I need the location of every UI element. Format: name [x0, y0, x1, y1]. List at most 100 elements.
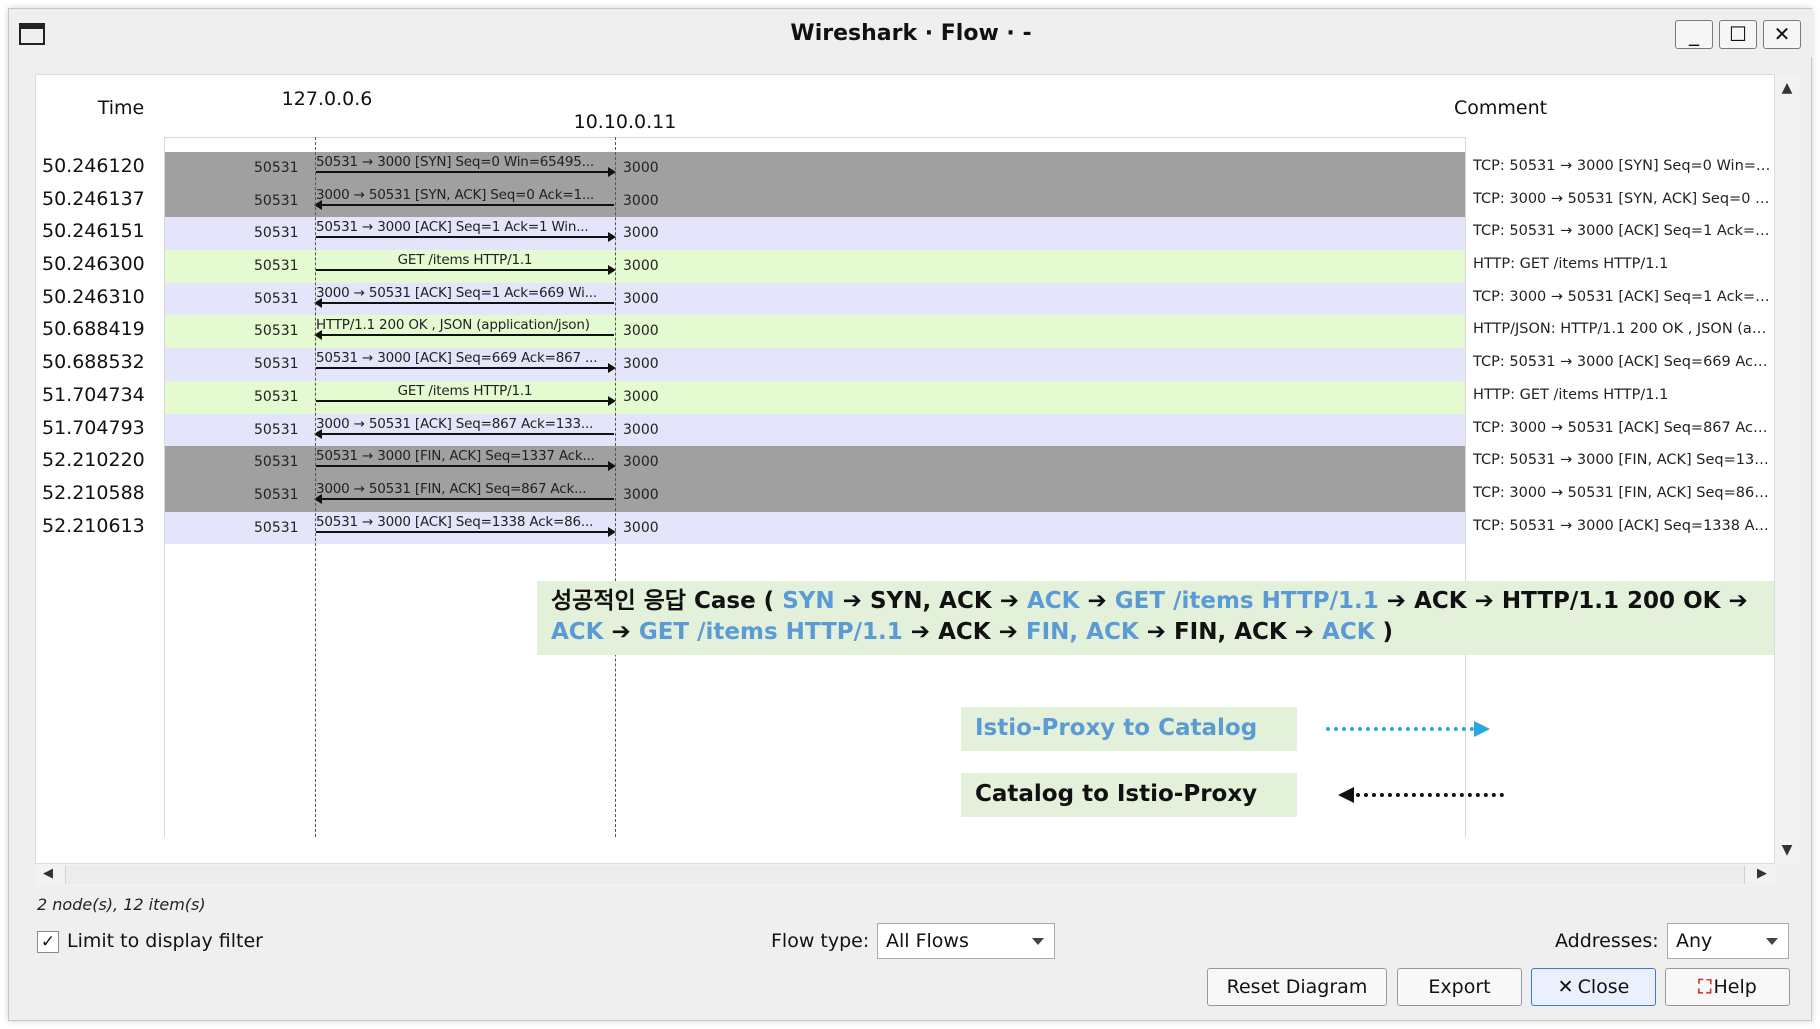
row-port-a: 50531 — [254, 519, 299, 536]
arrow-right-icon: ➔ — [1466, 588, 1502, 614]
flow-row[interactable]: 52.210588 50531 3000 → 50531 [FIN, ACK] Se… — [36, 478, 1774, 512]
minimize-button[interactable]: _ — [1675, 20, 1713, 49]
row-comment: HTTP/JSON: HTTP/1.1 200 OK , JSON (appli… — [1473, 321, 1773, 338]
annotation-suffix: ) — [1374, 619, 1394, 645]
row-label: 3000 → 50531 [ACK] Seq=867 Ack=133... — [316, 415, 594, 432]
arrow-right-icon: ➔ — [1079, 588, 1115, 614]
row-port-b: 3000 — [623, 454, 659, 471]
row-port-b: 3000 — [623, 160, 659, 176]
flow-rows: 50.246120 50531 50531 → 3000 [SYN] Seq=0 W… — [36, 152, 1774, 545]
addresses-select[interactable]: Any — [1667, 923, 1789, 959]
row-port-a: 50531 — [254, 356, 299, 373]
row-comment: TCP: 50531 → 3000 [FIN, ACK] Seq=1337 ..… — [1473, 452, 1773, 469]
limit-to-display-filter-label[interactable]: Limit to display filter — [67, 930, 263, 952]
row-port-a: 50531 — [254, 258, 299, 275]
scroll-track[interactable] — [65, 866, 1745, 884]
row-time: 50.246137 — [42, 187, 145, 210]
row-time: 50.246300 — [42, 253, 145, 276]
row-time: 52.210220 — [42, 449, 145, 472]
row-port-b: 3000 — [623, 192, 659, 209]
limit-to-display-filter-checkbox[interactable]: ✓ — [37, 931, 59, 953]
annotation-step: ACK — [1026, 588, 1080, 614]
chevron-down-icon — [1032, 938, 1044, 945]
row-label: 50531 → 3000 [ACK] Seq=1338 Ack=86... — [316, 513, 594, 530]
scroll-right-icon[interactable]: ▶ — [1757, 866, 1767, 881]
row-time: 50.688532 — [42, 351, 145, 374]
arrow-right-icon: ➔ — [834, 588, 870, 614]
close-button[interactable]: ✕ Close — [1531, 968, 1656, 1006]
chevron-down-icon — [1766, 938, 1778, 945]
row-port-a: 50531 — [254, 160, 299, 176]
scroll-up-icon[interactable]: ▲ — [1775, 80, 1799, 96]
row-label: 3000 → 50531 [SYN, ACK] Seq=0 Ack=1... — [316, 186, 595, 203]
row-port-a: 50531 — [254, 454, 299, 471]
row-comment: TCP: 3000 → 50531 [ACK] Seq=1 Ack=66... — [1473, 288, 1773, 305]
arrow-right-icon — [316, 167, 616, 177]
status-text: 2 node(s), 12 item(s) — [37, 895, 206, 914]
arrow-left-icon — [314, 493, 614, 504]
flow-row[interactable]: 50.246120 50531 50531 → 3000 [SYN] Seq=0 W… — [36, 152, 1774, 185]
row-label: GET /items HTTP/1.1 — [397, 252, 533, 269]
row-comment: TCP: 3000 → 50531 [ACK] Seq=867 Ack=... — [1473, 419, 1773, 436]
flow-row[interactable]: 50.246310 50531 3000 → 50531 [ACK] Seq=1 A… — [36, 282, 1774, 316]
addresses-value: Any — [1676, 930, 1713, 952]
row-time: 51.704734 — [42, 383, 145, 406]
flow-row[interactable]: 50.688532 50531 50531 → 3000 [ACK] Seq=669… — [36, 348, 1774, 381]
flow-diagram[interactable]: Time 127.0.0.6 10.10.0.11 Comment 50.246… — [35, 74, 1775, 864]
vertical-scrollbar[interactable]: ▲ ▼ — [1775, 74, 1799, 864]
addresses-label: Addresses: — [1555, 930, 1659, 952]
row-label: GET /items HTTP/1.1 — [397, 382, 533, 399]
maximize-button[interactable]: ☐ — [1719, 20, 1757, 49]
scroll-left-icon[interactable]: ◀ — [43, 866, 53, 881]
close-window-button[interactable]: ✕ — [1763, 20, 1801, 49]
window-title: Wireshark · Flow · - — [790, 21, 1032, 46]
arrow-right-icon — [316, 526, 616, 537]
row-port-b: 3000 — [623, 421, 659, 438]
annotation-step: HTTP/1.1 200 OK — [1501, 588, 1721, 614]
export-button[interactable]: Export — [1397, 968, 1522, 1006]
row-label: 3000 → 50531 [FIN, ACK] Seq=867 Ack... — [316, 480, 587, 497]
help-button-label: Help — [1713, 976, 1757, 998]
flow-row[interactable]: 50.246151 50531 50531 → 3000 [ACK] Seq=1 A… — [36, 217, 1774, 251]
row-time: 52.210588 — [42, 481, 145, 504]
arrow-left-icon — [314, 297, 614, 308]
node-a-lifeline — [315, 137, 316, 837]
title-bar[interactable]: Wireshark · Flow · - _ ☐ ✕ — [9, 9, 1813, 57]
flow-row[interactable]: 52.210220 50531 50531 → 3000 [FIN, ACK] Se… — [36, 446, 1774, 479]
annotation-step: ACK — [1414, 588, 1467, 614]
comment-column-header: Comment — [1454, 97, 1548, 119]
row-port-b: 3000 — [623, 225, 659, 242]
flow-row[interactable]: 52.210613 50531 50531 → 3000 [ACK] Seq=133… — [36, 511, 1774, 545]
flow-row[interactable]: 50.246300 50531 GET /items HTTP/1.1 3000 HTT… — [36, 250, 1774, 283]
flow-row[interactable]: 51.704734 50531 GET /items HTTP/1.1 3000 HTT… — [36, 380, 1774, 414]
reset-diagram-button[interactable]: Reset Diagram — [1207, 968, 1387, 1006]
annotation-step: FIN, ACK — [1173, 619, 1287, 645]
flow-row[interactable]: 51.704793 50531 3000 → 50531 [ACK] Seq=867… — [36, 413, 1774, 447]
flow-type-value: All Flows — [886, 930, 969, 952]
row-comment: TCP: 3000 → 50531 [SYN, ACK] Seq=0 Ack..… — [1473, 190, 1773, 207]
arrow-right-icon: ➔ — [1378, 588, 1415, 614]
row-port-b: 3000 — [623, 388, 659, 405]
sequence-annotation: 성공적인 응답 Case ( SYN ➔ SYN, ACK ➔ ACK ➔ GE… — [537, 581, 1774, 655]
row-time: 50.246310 — [42, 285, 145, 308]
flow-row[interactable]: 50.246137 50531 3000 → 50531 [SYN, ACK] Se… — [36, 184, 1774, 218]
row-comment: HTTP: GET /items HTTP/1.1 — [1473, 386, 1669, 403]
row-port-a: 50531 — [254, 486, 299, 503]
row-comment: TCP: 50531 → 3000 [ACK] Seq=1 Ack=1 ... — [1473, 223, 1773, 240]
row-comment: TCP: 3000 → 50531 [FIN, ACK] Seq=867 A..… — [1473, 484, 1773, 501]
annotation-step: GET /items HTTP/1.1 — [1114, 588, 1379, 614]
help-button[interactable]: ⛶ Help — [1665, 968, 1790, 1006]
arrow-right-icon — [316, 461, 616, 472]
row-port-b: 3000 — [623, 290, 659, 307]
annotation-step: ACK — [1322, 619, 1375, 645]
row-port-a: 50531 — [254, 225, 299, 242]
arrow-left-icon — [314, 428, 614, 439]
legend-proxy-to-catalog: Istio-Proxy to Catalog — [961, 707, 1297, 751]
row-port-b: 3000 — [623, 323, 659, 340]
horizontal-scrollbar[interactable]: ◀ ▶ — [35, 864, 1775, 886]
row-comment: TCP: 50531 → 3000 [ACK] Seq=669 Ack=... — [1473, 354, 1773, 371]
flow-row[interactable]: 50.688419 50531 HTTP/1.1 200 OK , JSON (ap… — [36, 315, 1774, 349]
scroll-down-icon[interactable]: ▼ — [1775, 842, 1799, 858]
flow-type-select[interactable]: All Flows — [877, 923, 1055, 959]
row-port-a: 50531 — [254, 323, 299, 340]
